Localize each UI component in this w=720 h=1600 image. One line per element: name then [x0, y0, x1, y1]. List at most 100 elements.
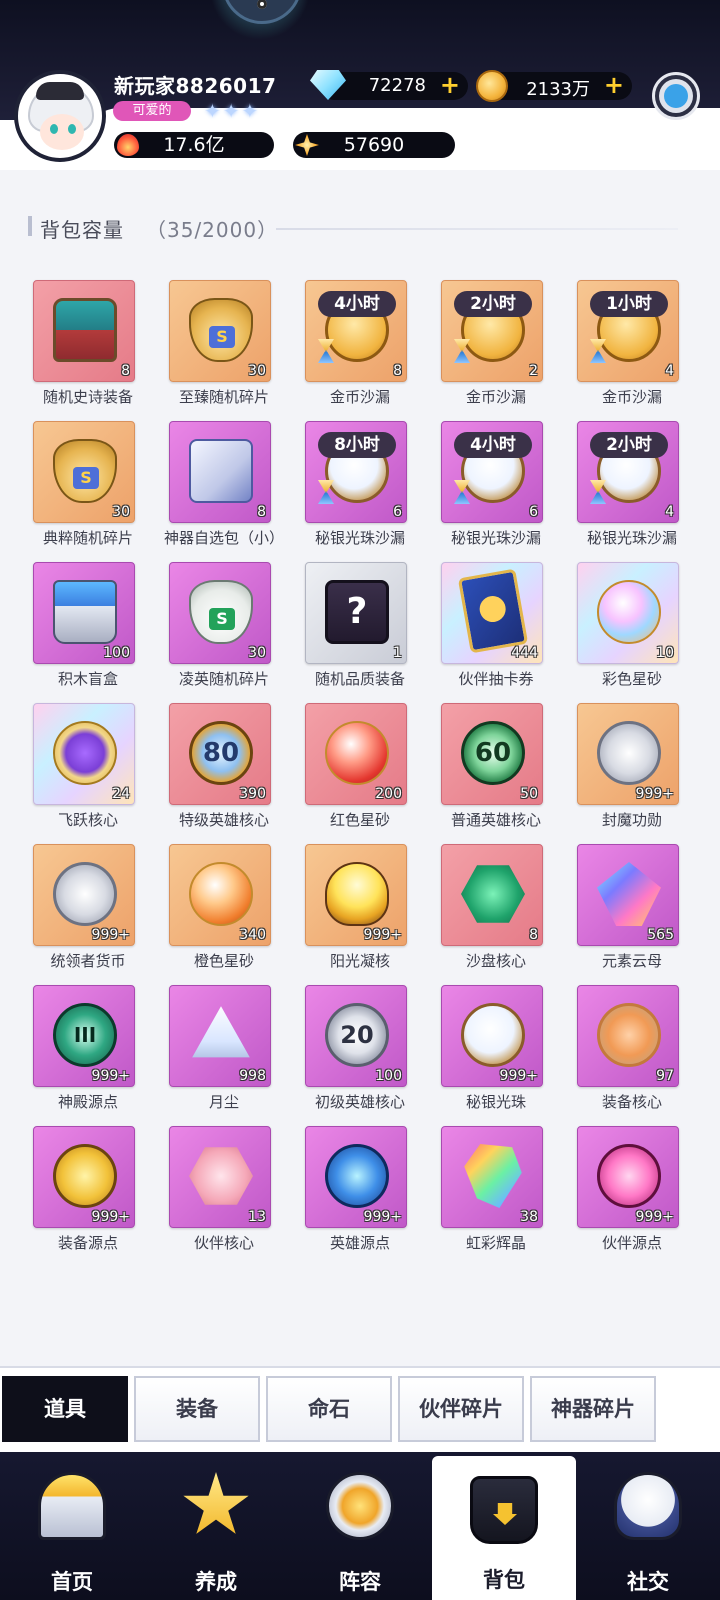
add-gold-button[interactable]: + — [604, 73, 624, 97]
inventory-item[interactable]: 8小时 6 秘银光珠沙漏 — [292, 421, 428, 561]
item-tile[interactable]: 4小时 8 — [305, 280, 407, 382]
inventory-item[interactable]: 4小时 8 金币沙漏 — [292, 280, 428, 420]
inventory-item[interactable]: 999+ 英雄源点 — [292, 1126, 428, 1266]
category-tab[interactable]: 神器碎片 — [530, 1376, 656, 1442]
item-tile[interactable]: 10 — [577, 562, 679, 664]
inventory-item[interactable]: 2小时 4 秘银光珠沙漏 — [564, 421, 700, 561]
inventory-item[interactable]: 444 伙伴抽卡券 — [428, 562, 564, 702]
item-tile[interactable]: 444 — [441, 562, 543, 664]
item-tile[interactable]: III 999+ — [33, 985, 135, 1087]
inventory-item[interactable]: 999+ 封魔功勋 — [564, 703, 700, 843]
nav-icon — [38, 1472, 106, 1540]
nav-tab[interactable]: 社交 — [576, 1452, 720, 1600]
item-tile[interactable]: ? 1 — [305, 562, 407, 664]
inventory-item[interactable]: 38 虹彩辉晶 — [428, 1126, 564, 1266]
nav-tab[interactable]: 养成 — [144, 1452, 288, 1600]
inventory-item[interactable]: 999+ 统领者货币 — [20, 844, 156, 984]
item-tile[interactable]: 1小时 4 — [577, 280, 679, 382]
item-tile[interactable]: 999+ — [33, 844, 135, 946]
item-tile[interactable]: 60 50 — [441, 703, 543, 805]
item-quantity: 4 — [665, 363, 674, 379]
category-tab[interactable]: 装备 — [134, 1376, 260, 1442]
inventory-item[interactable]: 10 彩色星砂 — [564, 562, 700, 702]
item-name: 初级英雄核心 — [314, 1093, 405, 1111]
item-name: 元素云母 — [601, 952, 662, 970]
nav-tab[interactable]: 背包 — [432, 1456, 576, 1600]
item-tile[interactable]: 999+ — [441, 985, 543, 1087]
item-tile[interactable]: 20 100 — [305, 985, 407, 1087]
inventory-item[interactable]: 999+ 伙伴源点 — [564, 1126, 700, 1266]
inventory-item[interactable]: S 30 凌英随机碎片 — [156, 562, 292, 702]
item-name: 虹彩辉晶 — [465, 1234, 526, 1252]
item-icon-text: 80 — [202, 738, 240, 768]
item-name: 封魔功勋 — [601, 811, 662, 829]
inventory-item[interactable]: 200 红色星砂 — [292, 703, 428, 843]
inventory-item[interactable]: 1小时 4 金币沙漏 — [564, 280, 700, 420]
diamond-value: 72278 — [368, 75, 426, 96]
item-tile[interactable]: 2小时 2 — [441, 280, 543, 382]
inventory-item[interactable]: 565 元素云母 — [564, 844, 700, 984]
item-quantity: 8 — [529, 927, 538, 943]
item-tile[interactable]: 4小时 6 — [441, 421, 543, 523]
item-tile[interactable]: 565 — [577, 844, 679, 946]
item-tile[interactable]: 999+ — [33, 1126, 135, 1228]
inventory-item[interactable]: 60 50 普通英雄核心 — [428, 703, 564, 843]
item-tile[interactable]: S 30 — [169, 280, 271, 382]
player-avatar[interactable] — [14, 70, 106, 162]
inventory-item[interactable]: 2小时 2 金币沙漏 — [428, 280, 564, 420]
nav-tab[interactable]: 首页 — [0, 1452, 144, 1600]
item-tile[interactable]: 8 — [441, 844, 543, 946]
item-tile[interactable]: 97 — [577, 985, 679, 1087]
item-tile[interactable]: 999+ — [305, 844, 407, 946]
item-tile[interactable]: 8 — [33, 280, 135, 382]
item-tile[interactable]: 24 — [33, 703, 135, 805]
item-tile[interactable]: 80 390 — [169, 703, 271, 805]
item-tile[interactable]: 8 — [169, 421, 271, 523]
inventory-item[interactable]: 8 神器自选包（小） — [156, 421, 292, 561]
inventory-item[interactable]: 8 随机史诗装备 — [20, 280, 156, 420]
item-name: 随机品质装备 — [314, 670, 405, 688]
inventory-item[interactable]: ? 1 随机品质装备 — [292, 562, 428, 702]
inventory-item[interactable]: III 999+ 神殿源点 — [20, 985, 156, 1125]
item-icon — [325, 1144, 389, 1208]
category-tab[interactable]: 伙伴碎片 — [398, 1376, 524, 1442]
inventory-item[interactable]: 20 100 初级英雄核心 — [292, 985, 428, 1125]
item-tile[interactable]: 2小时 4 — [577, 421, 679, 523]
item-tile[interactable]: 8小时 6 — [305, 421, 407, 523]
category-tab[interactable]: 道具 — [2, 1376, 128, 1442]
inventory-item[interactable]: 8 沙盘核心 — [428, 844, 564, 984]
inventory-item[interactable]: 999+ 阳光凝核 — [292, 844, 428, 984]
item-tile[interactable]: S 30 — [169, 562, 271, 664]
item-tile[interactable]: 200 — [305, 703, 407, 805]
item-tile[interactable]: S 30 — [33, 421, 135, 523]
inventory-item[interactable]: 100 积木盲盒 — [20, 562, 156, 702]
inventory-item[interactable]: 999+ 秘银光珠 — [428, 985, 564, 1125]
inventory-item[interactable]: 4小时 6 秘银光珠沙漏 — [428, 421, 564, 561]
inventory-item[interactable]: 340 橙色星砂 — [156, 844, 292, 984]
nav-tab[interactable]: 阵容 — [288, 1452, 432, 1600]
settings-gear-icon[interactable] — [652, 72, 700, 120]
item-tile[interactable]: 340 — [169, 844, 271, 946]
item-tile[interactable]: 999+ — [577, 703, 679, 805]
item-tile[interactable]: 999+ — [577, 1126, 679, 1228]
inventory-item[interactable]: 13 伙伴核心 — [156, 1126, 292, 1266]
inventory-item[interactable]: 80 390 特级英雄核心 — [156, 703, 292, 843]
item-quantity: 30 — [112, 504, 130, 520]
item-tile[interactable]: 38 — [441, 1126, 543, 1228]
inventory-item[interactable]: 97 装备核心 — [564, 985, 700, 1125]
inventory-item[interactable]: 24 飞跃核心 — [20, 703, 156, 843]
inventory-item[interactable]: S 30 至臻随机碎片 — [156, 280, 292, 420]
inventory-item[interactable]: 999+ 装备源点 — [20, 1126, 156, 1266]
nav-label: 社交 — [627, 1570, 669, 1594]
item-icon — [325, 862, 389, 926]
add-diamond-button[interactable]: + — [440, 73, 460, 97]
inventory-item[interactable]: 998 月尘 — [156, 985, 292, 1125]
item-tile[interactable]: 999+ — [305, 1126, 407, 1228]
inventory-item[interactable]: S 30 典粹随机碎片 — [20, 421, 156, 561]
item-tile[interactable]: 13 — [169, 1126, 271, 1228]
item-tile[interactable]: 100 — [33, 562, 135, 664]
item-icon — [53, 1144, 117, 1208]
category-tab[interactable]: 命石 — [266, 1376, 392, 1442]
item-tile[interactable]: 998 — [169, 985, 271, 1087]
hourglass-icon — [454, 339, 470, 363]
